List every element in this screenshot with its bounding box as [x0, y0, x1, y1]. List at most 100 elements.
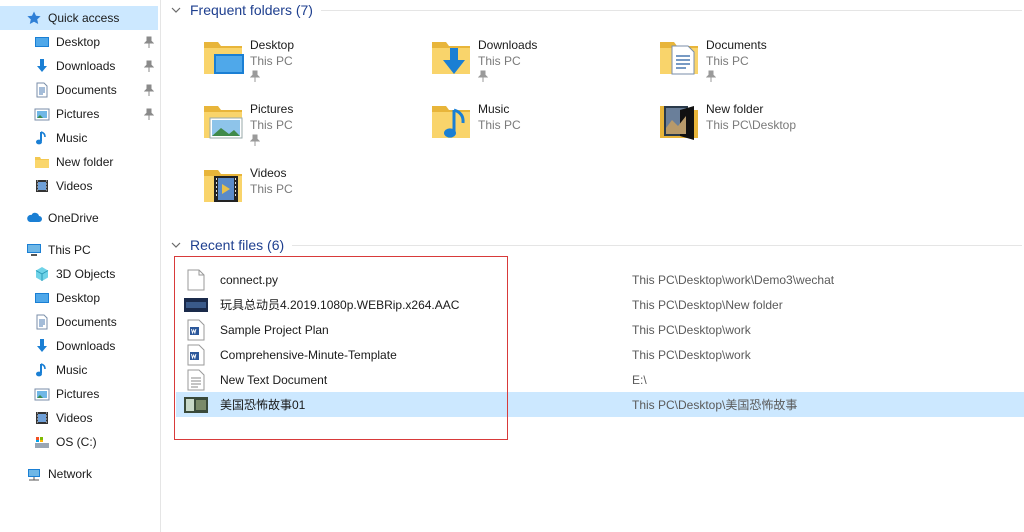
tile-location: This PC\Desktop	[706, 118, 797, 132]
nav-pc-music[interactable]: Music	[0, 358, 158, 382]
nav-pc-pictures[interactable]: Pictures	[0, 382, 158, 406]
tile-location: This PC	[706, 54, 749, 68]
nav-pc-os-drive[interactable]: OS (C:)	[0, 430, 158, 454]
pin-icon[interactable]	[143, 36, 155, 48]
frequent-tile-videos[interactable]: Videos This PC	[200, 162, 420, 220]
documents-icon	[34, 314, 50, 330]
nav-pc-desktop[interactable]: Desktop	[0, 286, 158, 310]
pin-icon[interactable]	[249, 70, 261, 82]
pin-icon[interactable]	[705, 70, 717, 82]
recent-file-path: This PC\Desktop\work\Demo3\wechat	[632, 272, 835, 287]
nav-pc-music-label: Music	[56, 363, 88, 377]
tile-location: This PC	[250, 182, 293, 196]
tile-name: Videos	[250, 166, 287, 180]
downloads-folder-icon	[428, 34, 474, 80]
pin-icon[interactable]	[249, 134, 261, 146]
frequent-tile-music[interactable]: Music This PC	[428, 98, 648, 156]
frequent-tile-downloads[interactable]: Downloads This PC	[428, 34, 648, 92]
nav-pc-videos[interactable]: Videos	[0, 406, 158, 430]
recent-file-path: This PC\Desktop\work	[632, 322, 751, 337]
frequent-tile-documents[interactable]: Documents This PC	[656, 34, 876, 92]
nav-qa-documents-label: Documents	[56, 83, 117, 97]
tile-name: Documents	[706, 38, 767, 52]
nav-this-pc-label: This PC	[48, 243, 91, 257]
nav-network-label: Network	[48, 467, 93, 481]
tile-name: Desktop	[250, 38, 295, 52]
nav-qa-videos[interactable]: Videos	[0, 174, 158, 198]
recent-file-name: Comprehensive-Minute-Template	[220, 347, 397, 362]
nav-qa-documents[interactable]: Documents	[0, 78, 158, 102]
nav-pc-3d-objects[interactable]: 3D Objects	[0, 262, 158, 286]
tile-name: Downloads	[478, 38, 538, 52]
recent-file-name: Sample Project Plan	[220, 322, 329, 337]
recent-file-row-selected[interactable]: 美国恐怖故事01 This PC\Desktop\美国恐怖故事	[176, 392, 1024, 417]
nav-qa-downloads[interactable]: Downloads	[0, 54, 158, 78]
tile-location: This PC	[250, 54, 293, 68]
recent-file-row[interactable]: 玩具总动员4.2019.1080p.WEBRip.x264.AAC This P…	[176, 292, 1024, 317]
recent-file-row[interactable]: Sample Project Plan This PC\Desktop\work	[176, 317, 1024, 342]
pin-icon[interactable]	[143, 84, 155, 96]
blank-file-icon	[184, 269, 208, 291]
frequent-tile-desktop[interactable]: Desktop This PC	[200, 34, 420, 92]
recent-file-row[interactable]: connect.py This PC\Desktop\work\Demo3\we…	[176, 267, 1024, 292]
nav-onedrive-label: OneDrive	[48, 211, 99, 225]
nav-qa-music[interactable]: Music	[0, 126, 158, 150]
tile-location: This PC	[250, 118, 293, 132]
nav-qa-desktop[interactable]: Desktop	[0, 30, 158, 54]
tile-name: New folder	[706, 102, 764, 116]
star-icon	[26, 10, 42, 26]
pin-icon[interactable]	[143, 60, 155, 72]
navigation-pane: Quick access Desktop Downloads Documents…	[0, 0, 161, 532]
tile-location: This PC	[478, 54, 521, 68]
recent-file-name: 玩具总动员4.2019.1080p.WEBRip.x264.AAC	[220, 298, 460, 312]
nav-pc-documents[interactable]: Documents	[0, 310, 158, 334]
desktop-folder-icon	[200, 34, 246, 80]
chevron-down-icon	[170, 239, 182, 251]
frequent-tile-pictures[interactable]: Pictures This PC	[200, 98, 420, 156]
frequent-folders-header[interactable]: Frequent folders (7)	[170, 0, 1022, 20]
recent-file-path: E:\	[632, 372, 647, 387]
documents-icon	[34, 82, 50, 98]
pin-icon[interactable]	[477, 70, 489, 82]
nav-onedrive[interactable]: OneDrive	[0, 206, 158, 230]
content-pane: Frequent folders (7) Desktop This PC Dow…	[162, 0, 1024, 532]
recent-file-path: This PC\Desktop\美国恐怖故事	[632, 398, 798, 412]
nav-this-pc[interactable]: This PC	[0, 238, 158, 262]
dark-folder-icon	[656, 98, 702, 144]
word-document-icon	[184, 344, 208, 366]
nav-quick-access[interactable]: Quick access	[0, 6, 158, 30]
nav-qa-pictures-label: Pictures	[56, 107, 100, 121]
pictures-icon	[34, 386, 50, 402]
nav-pc-documents-label: Documents	[56, 315, 117, 329]
recent-files-header[interactable]: Recent files (6)	[170, 235, 1022, 255]
pin-icon[interactable]	[143, 108, 155, 120]
nav-qa-downloads-label: Downloads	[56, 59, 116, 73]
tile-location: This PC	[478, 118, 521, 132]
nav-qa-music-label: Music	[56, 131, 88, 145]
downloads-icon	[34, 338, 50, 354]
pictures-folder-icon	[200, 98, 246, 144]
recent-file-row[interactable]: Comprehensive-Minute-Template This PC\De…	[176, 342, 1024, 367]
music-folder-icon	[428, 98, 474, 144]
chevron-down-icon	[170, 4, 182, 16]
desktop-icon	[34, 290, 50, 306]
documents-folder-icon	[656, 34, 702, 80]
frequent-tile-new-folder[interactable]: New folder This PC\Desktop	[656, 98, 876, 156]
nav-pc-downloads[interactable]: Downloads	[0, 334, 158, 358]
nav-pc-videos-label: Videos	[56, 411, 93, 425]
computer-icon	[26, 242, 42, 258]
recent-file-row[interactable]: New Text Document E:\	[176, 367, 1024, 392]
nav-pc-os-drive-label: OS (C:)	[56, 435, 97, 449]
nav-qa-pictures[interactable]: Pictures	[0, 102, 158, 126]
nav-quick-access-label: Quick access	[48, 11, 120, 25]
video-thumbnail-icon	[184, 294, 208, 316]
text-file-icon	[184, 369, 208, 391]
nav-network[interactable]: Network	[0, 462, 158, 486]
recent-file-name: 美国恐怖故事01	[220, 398, 306, 412]
music-icon	[34, 362, 50, 378]
video-thumbnail-icon	[184, 394, 208, 416]
nav-pc-desktop-label: Desktop	[56, 291, 101, 305]
nav-qa-new-folder[interactable]: New folder	[0, 150, 158, 174]
nav-qa-new-folder-label: New folder	[56, 155, 114, 169]
recent-file-name: connect.py	[220, 272, 279, 287]
